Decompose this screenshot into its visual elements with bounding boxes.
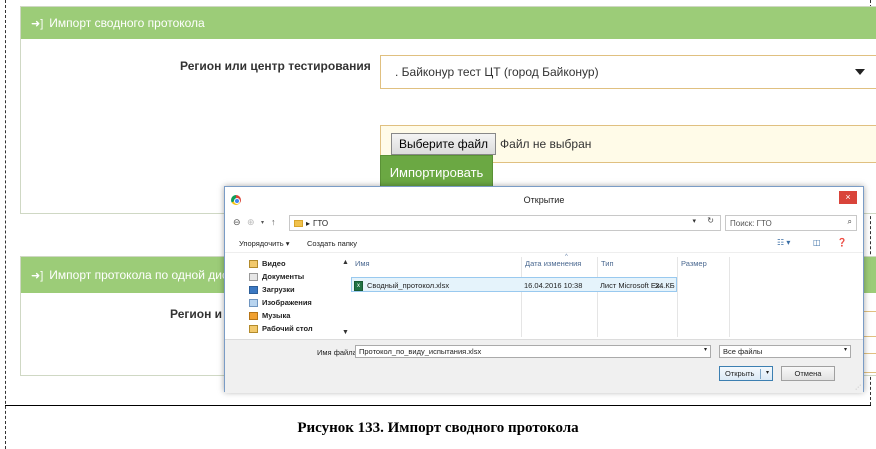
column-divider xyxy=(677,257,678,337)
dialog-titlebar: Открытие × xyxy=(225,187,863,213)
import-button[interactable]: Импортировать xyxy=(380,155,493,189)
column-modified[interactable]: Дата изменения xyxy=(525,259,581,268)
panel-title: Импорт протокола по одной дисц xyxy=(49,268,235,282)
file-field-edge[interactable] xyxy=(863,353,876,373)
nav-item-images[interactable]: Изображения xyxy=(249,296,339,309)
scroll-down-icon[interactable]: ▼ xyxy=(342,329,349,336)
nav-item-label: Рабочий стол xyxy=(262,324,313,333)
frame-left-border xyxy=(5,0,6,449)
address-bar[interactable]: ▸ ГТО ▾ ↻ xyxy=(289,215,721,231)
region-select[interactable]: . Байконур тест ЦТ (город Байконур) xyxy=(380,55,876,89)
nav-item-label: Загрузки xyxy=(262,285,295,294)
nav-item-video[interactable]: Видео xyxy=(249,257,339,270)
preview-pane-icon[interactable]: ◫ xyxy=(813,238,821,247)
nav-item-label: Музыка xyxy=(262,311,291,320)
chevron-down-icon[interactable]: ▾ xyxy=(704,346,707,353)
choose-file-button[interactable]: Выберите файл xyxy=(391,133,497,155)
view-options-icon[interactable]: ☷ ▾ xyxy=(777,238,790,247)
breadcrumb-separator-icon: ▸ xyxy=(306,218,311,228)
navigation-pane: Видео Документы Загрузки Изображения Муз… xyxy=(249,257,339,339)
search-icon: ⌕ xyxy=(847,217,852,226)
nav-item-music[interactable]: Музыка xyxy=(249,309,339,322)
back-arrow-icon[interactable]: ⊖ xyxy=(233,217,241,228)
nav-item-desktop[interactable]: Рабочий стол xyxy=(249,322,339,335)
chevron-down-icon: ▾ xyxy=(843,347,847,353)
panel-title: Импорт сводного протокола xyxy=(49,16,205,30)
column-type[interactable]: Тип xyxy=(601,259,614,268)
column-name[interactable]: Имя xyxy=(355,259,370,268)
column-divider xyxy=(729,257,730,337)
filename-label: Имя файла: xyxy=(317,348,359,357)
figure-caption: Рисунок 133. Импорт сводного протокола xyxy=(297,420,579,436)
nav-item-label: Изображения xyxy=(262,298,312,307)
region-select-value: . Байконур тест ЦТ (город Байконур) xyxy=(395,65,599,79)
refresh-icon[interactable]: ↻ xyxy=(707,216,714,225)
region-label: Регион или центр тестирования xyxy=(180,59,371,73)
music-folder-icon xyxy=(249,311,258,320)
scroll-up-icon[interactable]: ▲ xyxy=(342,259,349,266)
file-list-header: Имя ^ Дата изменения Тип Размер xyxy=(351,254,731,337)
figure-divider xyxy=(5,405,871,406)
nav-item-downloads[interactable]: Загрузки xyxy=(249,283,339,296)
filename-input[interactable]: Протокол_по_виду_испытания.xlsx ▾ xyxy=(355,345,711,358)
folder-icon xyxy=(294,219,303,227)
file-size: 24 КБ xyxy=(655,281,675,290)
chevron-down-icon[interactable]: ▾ xyxy=(766,369,769,376)
new-folder-button[interactable]: Создать папку xyxy=(307,239,357,248)
recent-dropdown-icon[interactable]: ▾ xyxy=(261,219,264,226)
documents-folder-icon xyxy=(249,272,258,281)
address-row: ⊖ ⊕ ▾ ↑ ▸ ГТО ▾ ↻ Поиск: ГТО ⌕ xyxy=(225,213,863,233)
file-type-filter[interactable]: Все файлы ▾ xyxy=(719,345,851,358)
dialog-toolbar: Упорядочить ▾ Создать папку ☷ ▾ ◫ ❓ xyxy=(225,235,863,253)
address-path: ГТО xyxy=(313,218,329,228)
nav-item-documents[interactable]: Документы xyxy=(249,270,339,283)
sign-in-icon: ➜] xyxy=(31,17,44,30)
nav-item-label: Документы xyxy=(262,272,305,281)
split-divider xyxy=(760,369,761,379)
video-folder-icon xyxy=(249,259,258,268)
open-file-dialog: Открытие × ⊖ ⊕ ▾ ↑ ▸ ГТО ▾ ↻ Поиск: ГТО … xyxy=(224,186,864,393)
filename-value: Протокол_по_виду_испытания.xlsx xyxy=(359,347,482,356)
help-icon[interactable]: ❓ xyxy=(837,238,847,247)
open-button-label: Открыть xyxy=(725,369,755,378)
up-arrow-icon[interactable]: ↑ xyxy=(271,217,276,227)
forward-arrow-icon[interactable]: ⊕ xyxy=(247,217,255,228)
desktop-folder-icon xyxy=(249,324,258,333)
column-size[interactable]: Размер xyxy=(681,259,707,268)
summary-protocol-panel: ➜] Импорт сводного протокола Регион или … xyxy=(20,6,876,214)
close-button[interactable]: × xyxy=(839,191,857,204)
column-divider xyxy=(521,257,522,337)
open-button[interactable]: Открыть ▾ xyxy=(719,366,773,381)
dialog-title: Открытие xyxy=(523,195,565,205)
organize-menu[interactable]: Упорядочить ▾ xyxy=(239,239,289,248)
dialog-footer: Имя файла: Протокол_по_виду_испытания.xl… xyxy=(225,339,863,393)
images-folder-icon xyxy=(249,298,258,307)
search-placeholder: Поиск: ГТО xyxy=(730,218,772,228)
resize-grip-icon[interactable]: ⋰ xyxy=(855,384,861,391)
file-modified: 16.04.2016 10:38 xyxy=(524,281,583,290)
cancel-button[interactable]: Отмена xyxy=(781,366,835,381)
sign-in-icon: ➜] xyxy=(31,269,44,282)
address-dropdown-icon[interactable]: ▾ xyxy=(692,217,696,225)
panel-header: ➜] Импорт сводного протокола xyxy=(21,7,876,39)
excel-file-icon: x xyxy=(354,281,363,291)
nav-item-label: Видео xyxy=(262,259,286,268)
filter-value: Все файлы xyxy=(723,347,763,356)
region-label: Регион и xyxy=(170,307,223,321)
table-row[interactable]: x Сводный_протокол.xlsx 16.04.2016 10:38… xyxy=(351,277,677,292)
column-divider xyxy=(597,257,598,337)
file-status: Файл не выбран xyxy=(500,137,592,151)
region-select-edge[interactable] xyxy=(863,311,876,337)
search-input[interactable]: Поиск: ГТО ⌕ xyxy=(725,215,857,231)
downloads-folder-icon xyxy=(249,285,258,294)
file-name: Сводный_протокол.xlsx xyxy=(367,281,450,290)
chevron-down-icon xyxy=(855,69,865,75)
